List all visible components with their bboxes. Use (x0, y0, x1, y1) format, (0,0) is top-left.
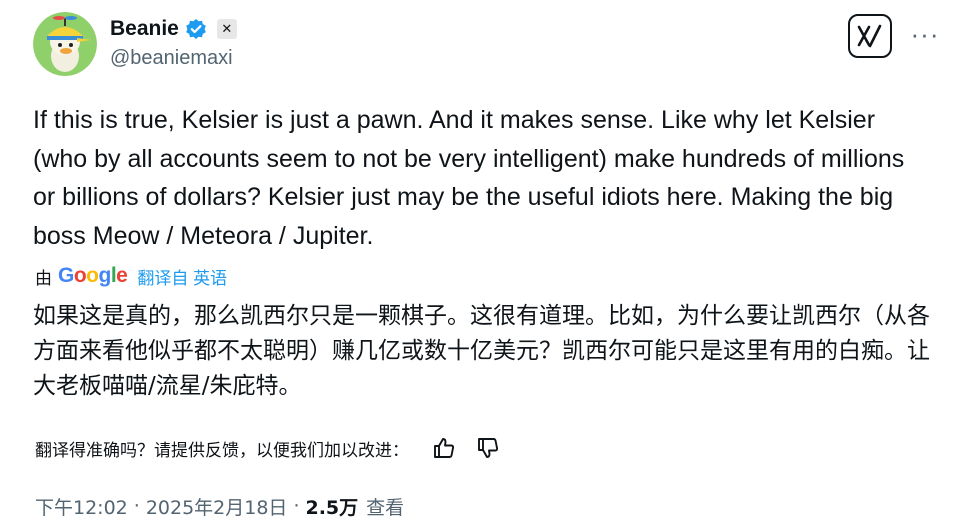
more-icon: ··· (910, 19, 940, 49)
author-handle[interactable]: @beaniemaxi (110, 47, 233, 70)
grok-icon (857, 24, 882, 48)
more-button[interactable]: ··· (910, 19, 940, 49)
translation-text: 如果这是真的，那么凯西尔只是一颗棋子。这很有道理。比如，为什么要让凯西尔（从各方… (33, 303, 930, 399)
translated-by-label: 由 (35, 268, 52, 288)
thumbs-down-icon[interactable] (475, 435, 501, 461)
views-count[interactable]: 2.5万 (305, 493, 358, 520)
author-name-row: Beanie ✕ (110, 14, 237, 44)
author-avatar[interactable] (33, 12, 97, 76)
grok-button[interactable] (848, 14, 892, 58)
meta-separator: · (293, 495, 300, 517)
tweet-text: If this is true, Kelsier is just a pawn.… (33, 106, 905, 250)
feedback-prompt: 翻译得准确吗？请提供反馈，以便我们加以改进： (35, 440, 409, 461)
translation-source-link[interactable]: 翻译自 英语 (137, 264, 227, 289)
author-display-name[interactable]: Beanie (110, 17, 179, 41)
duck-avatar-icon (33, 12, 97, 76)
tweet-time[interactable]: 下午12:02 (35, 493, 128, 520)
google-logo: Google (58, 264, 128, 287)
translation-feedback-row: 翻译得准确吗？请提供反馈，以便我们加以改进： (35, 431, 501, 465)
verified-badge-icon[interactable] (185, 18, 207, 40)
translated-by-row: 由 Google 翻译自 英语 (35, 262, 227, 290)
tweet-meta-row: 下午12:02 · 2025年2月18日 · 2.5万 查看 (35, 491, 404, 521)
meta-separator: · (133, 495, 140, 517)
views-label: 查看 (366, 496, 405, 519)
affiliate-badge-icon[interactable]: ✕ (216, 19, 237, 39)
tweet-date[interactable]: 2025年2月18日 (146, 493, 288, 520)
thumbs-up-icon[interactable] (431, 435, 457, 461)
